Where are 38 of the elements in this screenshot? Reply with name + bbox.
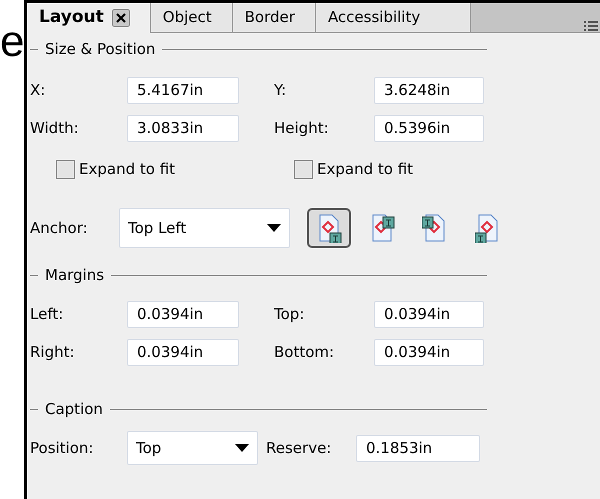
tab[interactable]: Border	[232, 3, 316, 33]
field-label: Left:	[30, 304, 64, 325]
anchor-button[interactable]	[307, 208, 351, 248]
tab[interactable]: Object	[150, 3, 233, 33]
checkbox-label: Expand to fit	[79, 158, 176, 180]
text-field[interactable]: 3.6248in	[374, 76, 484, 104]
text-field[interactable]: 0.5396in	[374, 114, 484, 142]
text-field[interactable]: 0.0394in	[374, 300, 484, 328]
checkbox[interactable]	[56, 160, 75, 178]
section-title: Size & Position	[44, 38, 156, 60]
menu-icon[interactable]	[584, 21, 598, 31]
field-label: Reserve:	[266, 438, 332, 459]
field-label: Width:	[30, 118, 80, 139]
tab[interactable]: Accessibility	[316, 3, 472, 33]
close-icon[interactable]	[112, 9, 130, 27]
field-label: Height:	[273, 118, 330, 139]
text-field[interactable]: 0.0394in	[127, 338, 239, 366]
position-dropdown[interactable]: Top	[127, 431, 258, 465]
text-field[interactable]: 0.0394in	[374, 338, 484, 366]
caret-icon	[267, 224, 281, 232]
section-title: Margins	[44, 264, 106, 286]
background-text: e	[0, 20, 24, 68]
field-label: X:	[30, 80, 46, 101]
text-field[interactable]: 3.0833in	[127, 114, 239, 142]
section-title: Caption	[44, 398, 104, 420]
text-field[interactable]: 0.0394in	[127, 300, 239, 328]
field-label: Top:	[273, 304, 306, 325]
field-label: Position:	[30, 438, 94, 459]
text-field[interactable]: 0.1853in	[356, 434, 480, 462]
checkbox[interactable]	[294, 160, 313, 178]
text-field[interactable]: 5.4167in	[127, 76, 239, 104]
caret-icon	[235, 444, 249, 452]
checkbox-label: Expand to fit	[317, 158, 414, 180]
field-label: Bottom:	[273, 342, 336, 363]
field-label: Anchor:	[30, 218, 89, 239]
anchor-dropdown[interactable]: Top Left	[119, 208, 290, 248]
field-label: Right:	[30, 342, 76, 363]
field-label: Y:	[273, 80, 288, 101]
